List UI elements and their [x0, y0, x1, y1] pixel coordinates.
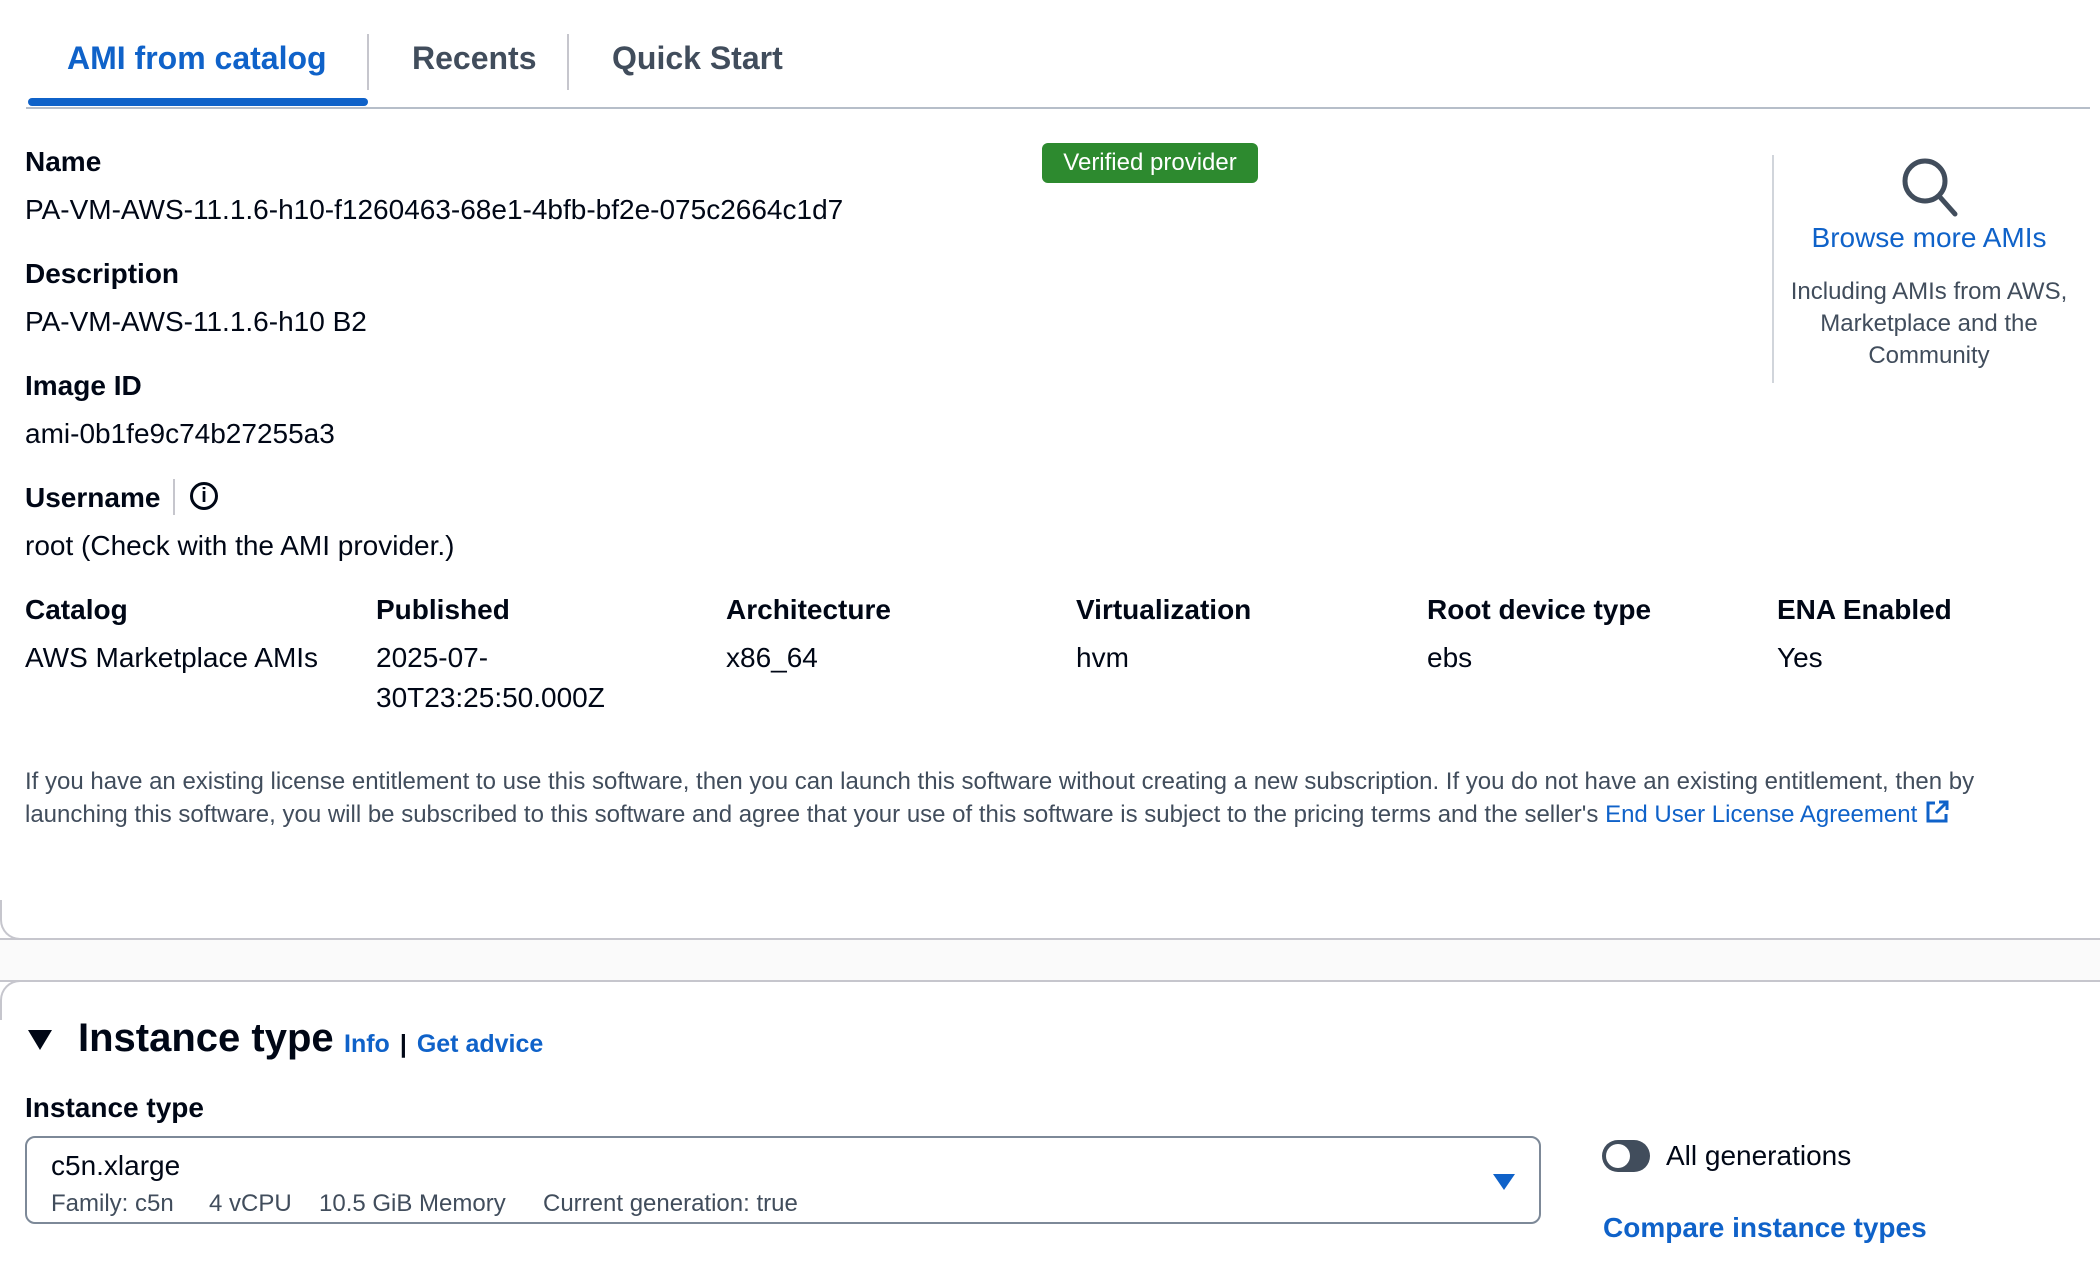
instance-type-select[interactable]: c5n.xlarge Family: c5n 4 vCPU 10.5 GiB M… [25, 1136, 1541, 1224]
info-link[interactable]: Info [344, 1030, 390, 1058]
tab-separator [367, 34, 369, 90]
catalog-label: Catalog [25, 594, 128, 625]
compare-instance-types-link[interactable]: Compare instance types [1603, 1212, 1927, 1244]
tab-recents[interactable]: Recents [412, 40, 537, 77]
image-id-label: Image ID [25, 370, 142, 401]
username-separator [173, 479, 175, 515]
username-value: root (Check with the AMI provider.) [25, 530, 455, 561]
description-label: Description [25, 258, 180, 289]
verified-provider-badge: Verified provider [1042, 143, 1258, 183]
username-label: Username [25, 482, 161, 513]
get-advice-link[interactable]: Get advice [417, 1030, 543, 1058]
instance-vcpu: 4 vCPU [209, 1190, 292, 1217]
tab-ami-from-catalog[interactable]: AMI from catalog [67, 40, 327, 77]
instance-generation: Current generation: true [543, 1190, 798, 1217]
license-notice: If you have an existing license entitlem… [25, 766, 2075, 835]
eula-link[interactable]: End User License Agreement [1605, 801, 1917, 828]
browse-more-amis-description: Including AMIs from AWS, Marketplace and… [1790, 278, 2068, 369]
card-corner [0, 980, 20, 1020]
tab-quick-start[interactable]: Quick Start [612, 40, 783, 77]
card-top-border [0, 980, 2100, 982]
tabs-divider [26, 107, 2090, 109]
description-value: PA-VM-AWS-11.1.6-h10 B2 [25, 306, 367, 337]
catalog-value: AWS Marketplace AMIs [25, 642, 319, 673]
active-tab-indicator [28, 98, 368, 106]
architecture-label: Architecture [726, 594, 891, 625]
instance-type-field-label: Instance type [25, 1092, 204, 1123]
published-value-line1: 2025-07- [376, 642, 489, 673]
ena-enabled-value: Yes [1777, 642, 1823, 673]
ena-enabled-label: ENA Enabled [1777, 594, 1952, 625]
dropdown-caret-icon [1491, 1172, 1517, 1192]
all-generations-label: All generations [1666, 1140, 1852, 1171]
external-link-icon[interactable] [1923, 798, 1951, 835]
root-device-type-label: Root device type [1427, 594, 1652, 625]
tab-separator [567, 34, 569, 90]
image-id-value: ami-0b1fe9c74b27255a3 [25, 418, 335, 449]
search-icon[interactable] [1900, 156, 1960, 218]
info-icon[interactable]: i [190, 482, 218, 510]
link-separator: | [399, 1030, 407, 1058]
caret-down-icon[interactable] [26, 1028, 54, 1052]
browse-separator [1772, 155, 1774, 383]
root-device-type-value: ebs [1427, 642, 1473, 673]
instance-family: Family: c5n [51, 1190, 174, 1217]
all-generations-toggle[interactable] [1602, 1140, 1650, 1172]
instance-memory: 10.5 GiB Memory [319, 1190, 506, 1217]
card-corner [0, 900, 20, 940]
section-gap [0, 940, 2100, 980]
virtualization-value: hvm [1076, 642, 1129, 673]
name-label: Name [25, 146, 102, 177]
instance-type-heading[interactable]: Instance type [78, 1016, 334, 1061]
toggle-knob [1606, 1144, 1630, 1168]
published-value-line2: 30T23:25:50.000Z [376, 682, 605, 713]
name-value: PA-VM-AWS-11.1.6-h10-f1260463-68e1-4bfb-… [25, 194, 844, 225]
browse-more-amis-link[interactable]: Browse more AMIs [1778, 222, 2080, 254]
selected-instance-type: c5n.xlarge [51, 1150, 181, 1181]
virtualization-label: Virtualization [1076, 594, 1252, 625]
published-label: Published [376, 594, 510, 625]
section-links: Info | Get advice [344, 1030, 543, 1059]
architecture-value: x86_64 [726, 642, 818, 673]
